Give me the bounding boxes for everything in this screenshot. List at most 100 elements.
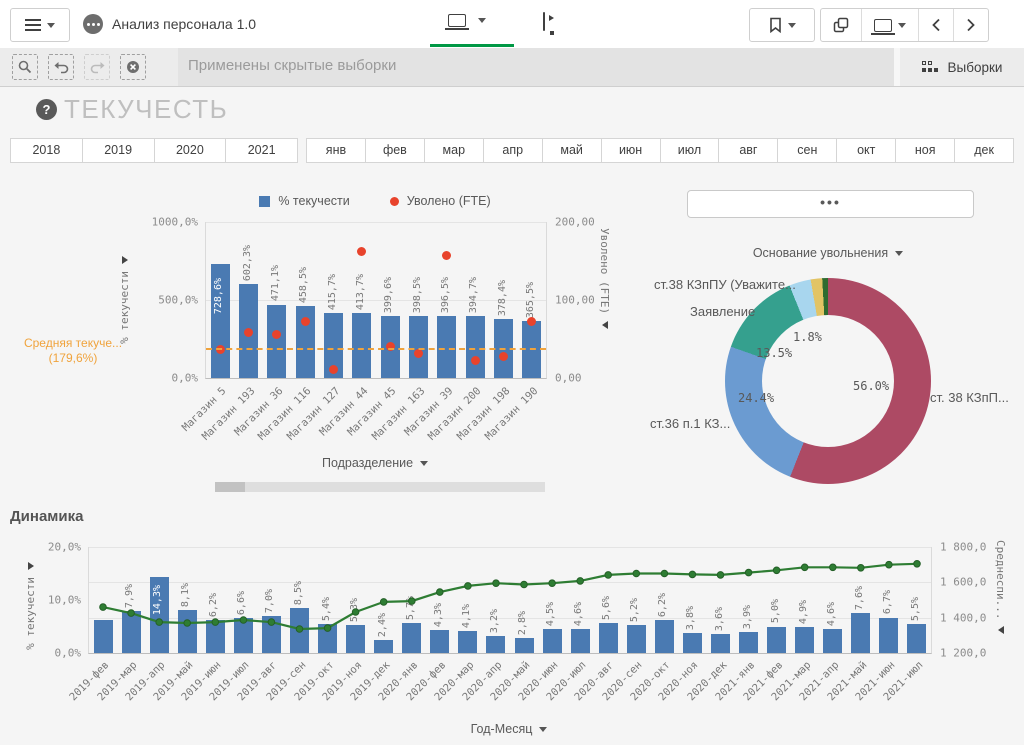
left-axis-title-group[interactable]: % текучести	[118, 256, 131, 344]
line-point[interactable]	[296, 626, 303, 633]
line-point[interactable]	[549, 580, 556, 587]
bar-Магазин 163[interactable]	[409, 316, 428, 378]
line-point[interactable]	[156, 619, 163, 626]
headcount-line-series[interactable]	[89, 547, 931, 653]
line-point[interactable]	[886, 561, 893, 568]
bar-Магазин 44[interactable]	[352, 313, 371, 378]
sheet-selector[interactable]	[448, 14, 486, 27]
line-point[interactable]	[689, 571, 696, 578]
line-point[interactable]	[914, 561, 921, 568]
month-filter-авг[interactable]: авг	[719, 139, 778, 162]
scatter-point-Магазин 127[interactable]	[329, 365, 338, 374]
legend-label: % текучести	[278, 194, 349, 208]
more-options-button[interactable]: •••	[687, 190, 974, 218]
dismissal-donut-chart[interactable]	[725, 278, 931, 484]
line-point[interactable]	[437, 589, 444, 596]
line-point[interactable]	[521, 581, 528, 588]
line-point[interactable]	[633, 570, 640, 577]
help-button[interactable]: ?	[36, 99, 57, 120]
line-point[interactable]	[352, 609, 359, 616]
selections-tool-button[interactable]: Выборки	[894, 48, 1024, 86]
line-point[interactable]	[605, 572, 612, 579]
scatter-point-Магазин 190[interactable]	[527, 317, 536, 326]
scrollbar-thumb[interactable]	[215, 482, 245, 492]
legend-item-turnover[interactable]: % текучести	[259, 194, 349, 208]
line-point[interactable]	[801, 564, 808, 571]
gridline	[206, 222, 546, 223]
bar-Магазин 36[interactable]	[267, 305, 286, 378]
right-axis-title-group[interactable]: Уволено (FTE)	[598, 228, 611, 329]
line-point[interactable]	[577, 578, 584, 585]
line-point[interactable]	[212, 619, 219, 626]
sheet-nav-group	[820, 8, 989, 42]
y-axis-tick: 1 600,0	[940, 576, 986, 589]
line-point[interactable]	[380, 599, 387, 606]
expand-axis-icon	[28, 562, 34, 570]
line-point[interactable]	[324, 625, 331, 632]
month-filter-мар[interactable]: мар	[425, 139, 484, 162]
month-filter-ноя[interactable]: ноя	[896, 139, 955, 162]
dimension-label: Подразделение	[322, 456, 413, 470]
top-toolbar: Анализ персонала 1.0	[0, 0, 1024, 49]
left-axis-title-group[interactable]: % текучести	[24, 562, 37, 650]
month-filter-апр[interactable]: апр	[484, 139, 543, 162]
month-filter-окт[interactable]: окт	[837, 139, 896, 162]
line-point[interactable]	[240, 617, 247, 624]
scatter-point-Магазин 200[interactable]	[471, 356, 480, 365]
line-point[interactable]	[830, 564, 837, 571]
donut-slice-label: ст.36 п.1 КЗ...	[650, 416, 730, 431]
line-point[interactable]	[100, 604, 107, 611]
month-filter-фев[interactable]: фев	[366, 139, 425, 162]
dimension-dropdown-podrazdelenie[interactable]: Подразделение	[205, 456, 545, 470]
current-sheet-button[interactable]	[862, 9, 919, 41]
redo-icon	[90, 61, 105, 74]
smart-search-button[interactable]	[12, 54, 38, 80]
line-point[interactable]	[128, 610, 135, 617]
sheet-icon	[448, 14, 466, 27]
right-axis-title-group[interactable]: Среднеспи...	[994, 540, 1007, 634]
previous-sheet-button[interactable]	[919, 9, 954, 41]
bookmark-button[interactable]	[749, 8, 815, 42]
next-sheet-button[interactable]	[954, 9, 988, 41]
line-point[interactable]	[184, 620, 191, 627]
month-filter-янв[interactable]: янв	[307, 139, 366, 162]
dimension-dropdown-god-mesyac[interactable]: Год-Месяц	[88, 722, 930, 736]
line-point[interactable]	[745, 569, 752, 576]
month-filter-май[interactable]: май	[543, 139, 602, 162]
month-filter-июл[interactable]: июл	[661, 139, 720, 162]
line-point[interactable]	[465, 583, 472, 590]
line-point[interactable]	[773, 567, 780, 574]
month-filter-сен[interactable]: сен	[778, 139, 837, 162]
storytelling-button[interactable]	[543, 13, 567, 35]
month-filter-июн[interactable]: июн	[602, 139, 661, 162]
dynamics-plot-area: 20,0%10,0%0,0%1 800,01 600,01 400,01 200…	[88, 547, 932, 654]
line-point[interactable]	[858, 565, 865, 572]
month-filter-дек[interactable]: дек	[955, 139, 1013, 162]
bookmark-icon	[769, 17, 782, 33]
chart-scrollbar[interactable]	[215, 482, 545, 492]
clear-selections-button[interactable]	[120, 54, 146, 80]
year-filter-2021[interactable]: 2021	[226, 139, 297, 162]
redo-selection-button[interactable]	[84, 54, 110, 80]
year-filter-2020[interactable]: 2020	[155, 139, 227, 162]
line-point[interactable]	[409, 598, 416, 605]
scatter-point-Магазин 39[interactable]	[442, 251, 451, 260]
app-title: Анализ персонала 1.0	[112, 16, 256, 32]
presentation-icon	[543, 12, 545, 31]
dimension-dropdown-osnovanie[interactable]: Основание увольнения	[678, 246, 978, 260]
duplicate-sheet-button[interactable]	[821, 9, 862, 41]
scatter-point-Магазин 44[interactable]	[357, 247, 366, 256]
dimension-label: Год-Месяц	[471, 722, 533, 736]
year-filter-2019[interactable]: 2019	[83, 139, 155, 162]
global-menu-button[interactable]	[10, 8, 70, 42]
line-point[interactable]	[268, 619, 275, 626]
legend-item-fired[interactable]: Уволено (FTE)	[390, 194, 491, 208]
chevron-left-icon	[931, 18, 941, 32]
scatter-point-Магазин 116[interactable]	[301, 317, 310, 326]
line-point[interactable]	[493, 580, 500, 587]
undo-selection-button[interactable]	[48, 54, 74, 80]
year-filter-2018[interactable]: 2018	[11, 139, 83, 162]
line-point[interactable]	[717, 572, 724, 579]
line-point[interactable]	[661, 570, 668, 577]
donut-hole	[762, 315, 894, 447]
